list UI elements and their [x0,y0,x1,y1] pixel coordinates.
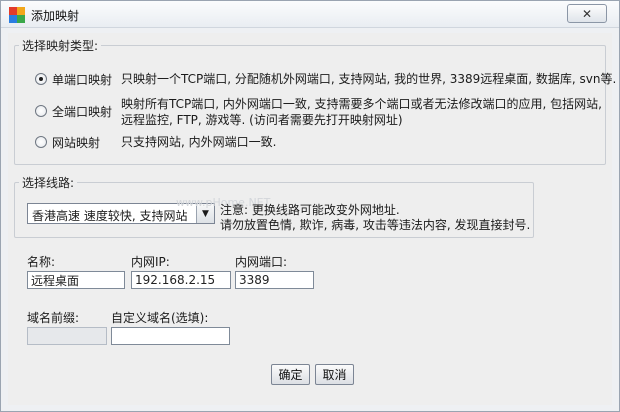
note-line: 注意: 更换线路可能改变外网地址. [220,203,400,217]
line-legend: 选择线路: [22,176,75,190]
radio-website[interactable]: 网站映射 [35,134,100,151]
name-input[interactable] [27,271,125,289]
radio-all-ports[interactable]: 全端口映射 [35,103,112,120]
website-description: 只支持网站, 内外网端口一致. [121,134,276,150]
close-button[interactable]: ✕ [567,4,607,23]
radio-button-website[interactable] [35,136,47,148]
line-select-value: 香港高速 速度较快, 支持网站 [32,209,188,223]
add-mapping-dialog: 添加映射 ✕ 选择映射类型: 单端口映射 只映射一个TCP端口, 分配随机外网端… [0,0,620,412]
radio-label-all-ports[interactable]: 全端口映射 [52,103,112,120]
app-icon [9,7,25,23]
radio-label-single-port[interactable]: 单端口映射 [52,71,112,88]
port-label: 内网端口: [235,255,288,269]
ip-label: 内网IP: [131,255,170,269]
title-bar: 添加映射 ✕ [1,1,619,28]
radio-label-website[interactable]: 网站映射 [52,134,100,151]
description-line: 只支持网站, 内外网端口一致. [121,135,277,149]
radio-button-all-ports[interactable] [35,105,47,117]
ok-button[interactable]: 确定 [271,364,310,385]
domain-prefix-input [27,327,107,345]
ip-input[interactable] [131,271,231,289]
radio-single-port[interactable]: 单端口映射 [35,71,112,88]
close-icon: ✕ [581,6,593,21]
mapping-type-legend: 选择映射类型: [22,39,99,53]
window-title: 添加映射 [31,9,80,23]
cancel-button[interactable]: 取消 [315,364,354,385]
description-line: 远程监控, FTP, 游戏等. (访问者需要先打开映射网址) [121,113,403,127]
domain-prefix-label: 域名前缀: [27,311,80,325]
radio-button-single-port[interactable] [35,73,47,85]
custom-domain-input[interactable] [111,327,230,345]
dialog-body: 选择映射类型: 单端口映射 只映射一个TCP端口, 分配随机外网端口, 支持网站… [8,33,616,405]
description-line: 只映射一个TCP端口, 分配随机外网端口, 支持网站, 我的世界, 3389远程… [121,72,617,86]
note-line: 请勿放置色情, 欺诈, 病毒, 攻击等违法内容, 发现直接封号. [220,218,531,232]
name-label: 名称: [27,255,56,269]
port-input[interactable] [235,271,314,289]
single-port-description: 只映射一个TCP端口, 分配随机外网端口, 支持网站, 我的世界, 3389远程… [121,71,616,87]
description-line: 映射所有TCP端口, 内外网端口一致, 支持需要多个端口或者无法修改端口的应用,… [121,97,602,111]
custom-domain-label: 自定义域名(选填): [111,311,209,325]
line-note: 注意: 更换线路可能改变外网地址. 请勿放置色情, 欺诈, 病毒, 攻击等违法内… [220,203,530,233]
all-ports-description: 映射所有TCP端口, 内外网端口一致, 支持需要多个端口或者无法修改端口的应用,… [121,96,602,128]
